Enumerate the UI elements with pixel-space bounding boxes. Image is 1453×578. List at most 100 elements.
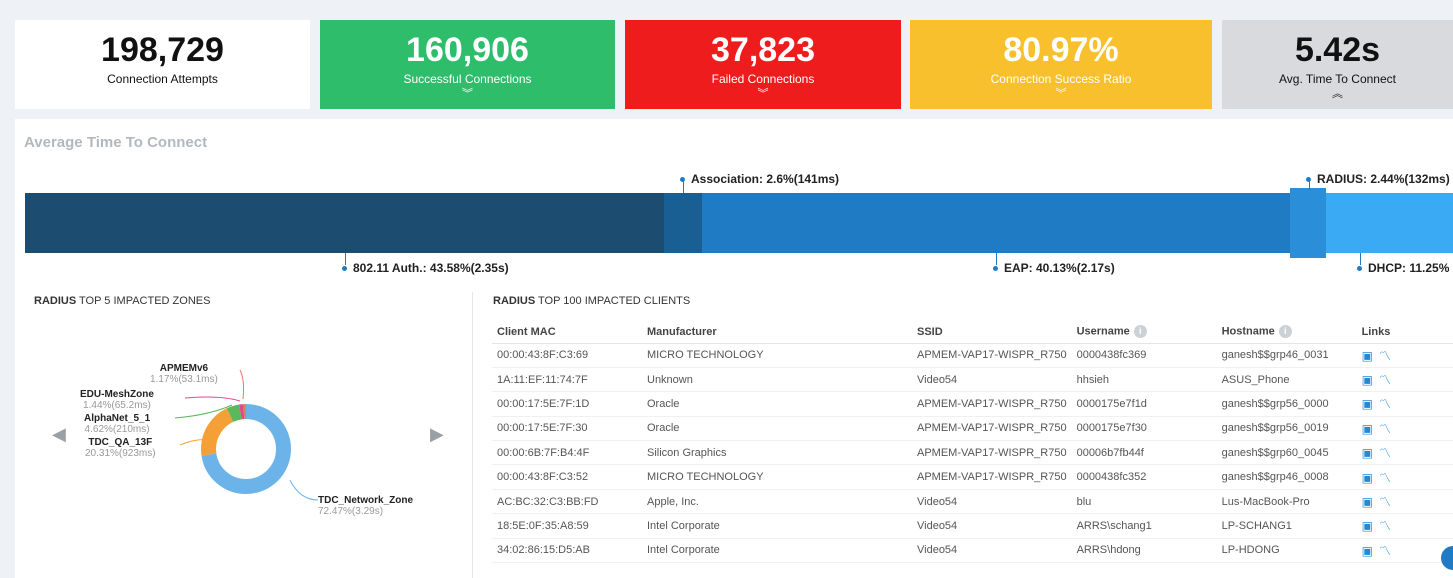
report-icon[interactable]: ▣: [1362, 519, 1373, 533]
cell-username: ARRS\schang1: [1066, 513, 1212, 539]
callout-auth: 802.11 Auth.: 43.58%(2.35s): [342, 261, 509, 275]
report-icon[interactable]: ▣: [1362, 471, 1373, 485]
top-strip: [0, 0, 1453, 10]
trend-icon[interactable]: 〽: [1379, 493, 1391, 510]
cell-manufacturer: Silicon Graphics: [642, 440, 902, 466]
zone-label: EDU-MeshZone 1.44%(65.2ms): [80, 389, 154, 411]
info-icon[interactable]: i: [1133, 325, 1147, 339]
cell-links: ▣ 〽: [1361, 367, 1453, 393]
table-header-row: Client MAC Manufacturer SSID Username i H…: [492, 321, 1453, 344]
callout-text: 802.11 Auth.: 43.58%(2.35s): [353, 261, 509, 275]
cell-links: ▣ 〽: [1361, 416, 1453, 442]
cell-client-mac: 00:00:6B:7F:B4:4F: [492, 440, 642, 466]
report-icon[interactable]: ▣: [1362, 349, 1373, 363]
table-row[interactable]: 00:00:43:8F:C3:69 MICRO TECHNOLOGY APMEM-V…: [492, 343, 1453, 368]
cell-manufacturer: MICRO TECHNOLOGY: [642, 464, 902, 490]
table-row[interactable]: AC:BC:32:C3:BB:FD Apple, Inc. Video54 blu Lu…: [492, 489, 1453, 515]
cell-username: 00006b7fb44f: [1066, 440, 1212, 466]
callout-eap: EAP: 40.13%(2.17s): [993, 261, 1115, 275]
trend-icon[interactable]: 〽: [1379, 469, 1391, 486]
trend-icon[interactable]: 〽: [1379, 420, 1391, 437]
trend-icon[interactable]: 〽: [1379, 371, 1391, 388]
col-hostname[interactable]: Hostname i: [1211, 321, 1362, 344]
cell-client-mac: 34:02:86:15:D5:AB: [492, 538, 642, 564]
dot-icon: [1306, 177, 1311, 183]
cell-hostname: ganesh$$grp46_0008: [1211, 464, 1362, 490]
chevron-down-icon[interactable]: ︾: [320, 88, 615, 100]
cell-hostname: LP-SCHANG1: [1211, 513, 1362, 539]
bar-segment-eap[interactable]: [702, 193, 1290, 253]
zone-pct: 20.31%(923ms): [85, 448, 156, 459]
cell-hostname: ASUS_Phone: [1211, 367, 1362, 393]
col-client-mac[interactable]: Client MAC: [492, 321, 642, 344]
zone-pct: 1.44%(65.2ms): [83, 400, 151, 411]
callout-association: Association: 2.6%(141ms): [680, 172, 839, 186]
cell-manufacturer: Oracle: [642, 391, 902, 417]
kpi-label: Connection Success Ratio: [990, 72, 1132, 86]
table-row[interactable]: 00:00:6B:7F:B4:4F Silicon Graphics APMEM-V…: [492, 440, 1453, 466]
bar-segment-dhcp[interactable]: [1326, 193, 1453, 253]
report-icon[interactable]: ▣: [1362, 446, 1373, 460]
cell-hostname: ganesh$$grp46_0031: [1211, 343, 1362, 368]
report-icon[interactable]: ▣: [1362, 397, 1373, 411]
col-username[interactable]: Username i: [1066, 321, 1212, 344]
trend-icon[interactable]: 〽: [1379, 347, 1391, 364]
table-row[interactable]: 34:02:86:15:D5:AB Intel Corporate Video54 A…: [492, 538, 1453, 564]
trend-icon[interactable]: 〽: [1379, 395, 1391, 412]
kpi-avg-time-to-connect[interactable]: 5.42s Avg. Time To Connect ︽: [1222, 20, 1453, 109]
chevron-down-icon[interactable]: ︾: [625, 88, 901, 100]
table-row[interactable]: 00:00:17:5E:7F:1D Oracle APMEM-VAP17-WISPR…: [492, 391, 1453, 417]
chevron-down-icon[interactable]: ︾: [910, 88, 1212, 100]
cell-username: 0000175e7f30: [1066, 416, 1212, 442]
bar-segment-radius[interactable]: [1290, 188, 1326, 258]
trend-icon[interactable]: 〽: [1379, 517, 1391, 534]
cell-client-mac: 1A:11:EF:11:74:7F: [492, 367, 642, 393]
cell-username: 0000438fc369: [1066, 343, 1212, 368]
cell-ssid: Video54: [902, 538, 1067, 564]
kpi-successful-connections[interactable]: 160,906 Successful Connections ︾: [320, 20, 615, 109]
kpi-label: Connection Attempts: [107, 72, 218, 86]
kpi-label: Avg. Time To Connect: [1279, 72, 1396, 86]
kpi-success-ratio[interactable]: 80.97% Connection Success Ratio ︾: [910, 20, 1212, 109]
zone-name: TDC_QA_13F: [88, 437, 153, 448]
callout-text: Association: 2.6%(141ms): [691, 172, 840, 186]
zone-pct: 4.62%(210ms): [84, 424, 150, 435]
cell-hostname: LP-HDONG: [1211, 538, 1362, 564]
clients-table: Client MAC Manufacturer SSID Username i H…: [492, 321, 1453, 564]
cell-manufacturer: MICRO TECHNOLOGY: [642, 343, 902, 368]
trend-icon[interactable]: 〽: [1379, 542, 1391, 559]
bar-segment-association[interactable]: [664, 193, 702, 253]
cell-links: ▣ 〽: [1361, 538, 1453, 564]
kpi-failed-connections[interactable]: 37,823 Failed Connections ︾: [625, 20, 901, 109]
report-icon[interactable]: ▣: [1362, 544, 1373, 558]
table-row[interactable]: 1A:11:EF:11:74:7F Unknown Video54 hhsieh ASU…: [492, 367, 1453, 393]
dot-icon: [342, 266, 347, 272]
cell-hostname: ganesh$$grp56_0019: [1211, 416, 1362, 442]
cell-client-mac: 00:00:43:8F:C3:52: [492, 464, 642, 490]
report-icon[interactable]: ▣: [1362, 495, 1373, 509]
col-manufacturer[interactable]: Manufacturer: [642, 321, 902, 344]
zones-title: RADIUS TOP 5 IMPACTED ZONES: [34, 295, 210, 307]
table-row[interactable]: 18:5E:0F:35:A8:59 Intel Corporate Video54 A…: [492, 513, 1453, 539]
cell-manufacturer: Intel Corporate: [642, 513, 902, 539]
cell-manufacturer: Unknown: [642, 367, 902, 393]
cell-manufacturer: Apple, Inc.: [642, 489, 902, 515]
trend-icon[interactable]: 〽: [1379, 444, 1391, 461]
zone-name: TDC_Network_Zone: [318, 495, 414, 506]
chevron-up-icon[interactable]: ︽: [1222, 88, 1453, 100]
callout-text: RADIUS: 2.44%(132ms): [1317, 172, 1450, 186]
zone-label: AlphaNet_5_1 4.62%(210ms): [84, 413, 150, 435]
info-icon[interactable]: i: [1278, 325, 1292, 339]
dot-icon: [993, 266, 998, 272]
bar-segment-auth[interactable]: [25, 193, 664, 253]
cell-username: 0000175e7f1d: [1066, 391, 1212, 417]
table-row[interactable]: 00:00:43:8F:C3:52 MICRO TECHNOLOGY APMEM-V…: [492, 464, 1453, 490]
table-row[interactable]: 00:00:17:5E:7F:30 Oracle APMEM-VAP17-WISPR…: [492, 416, 1453, 442]
report-icon[interactable]: ▣: [1362, 422, 1373, 436]
col-ssid[interactable]: SSID: [902, 321, 1067, 344]
zone-pct: 1.17%(53.1ms): [150, 374, 218, 385]
callout-text: DHCP: 11.25%: [1368, 261, 1450, 275]
report-icon[interactable]: ▣: [1362, 373, 1373, 387]
leader-line: [239, 369, 245, 400]
cell-hostname: ganesh$$grp60_0045: [1211, 440, 1362, 466]
